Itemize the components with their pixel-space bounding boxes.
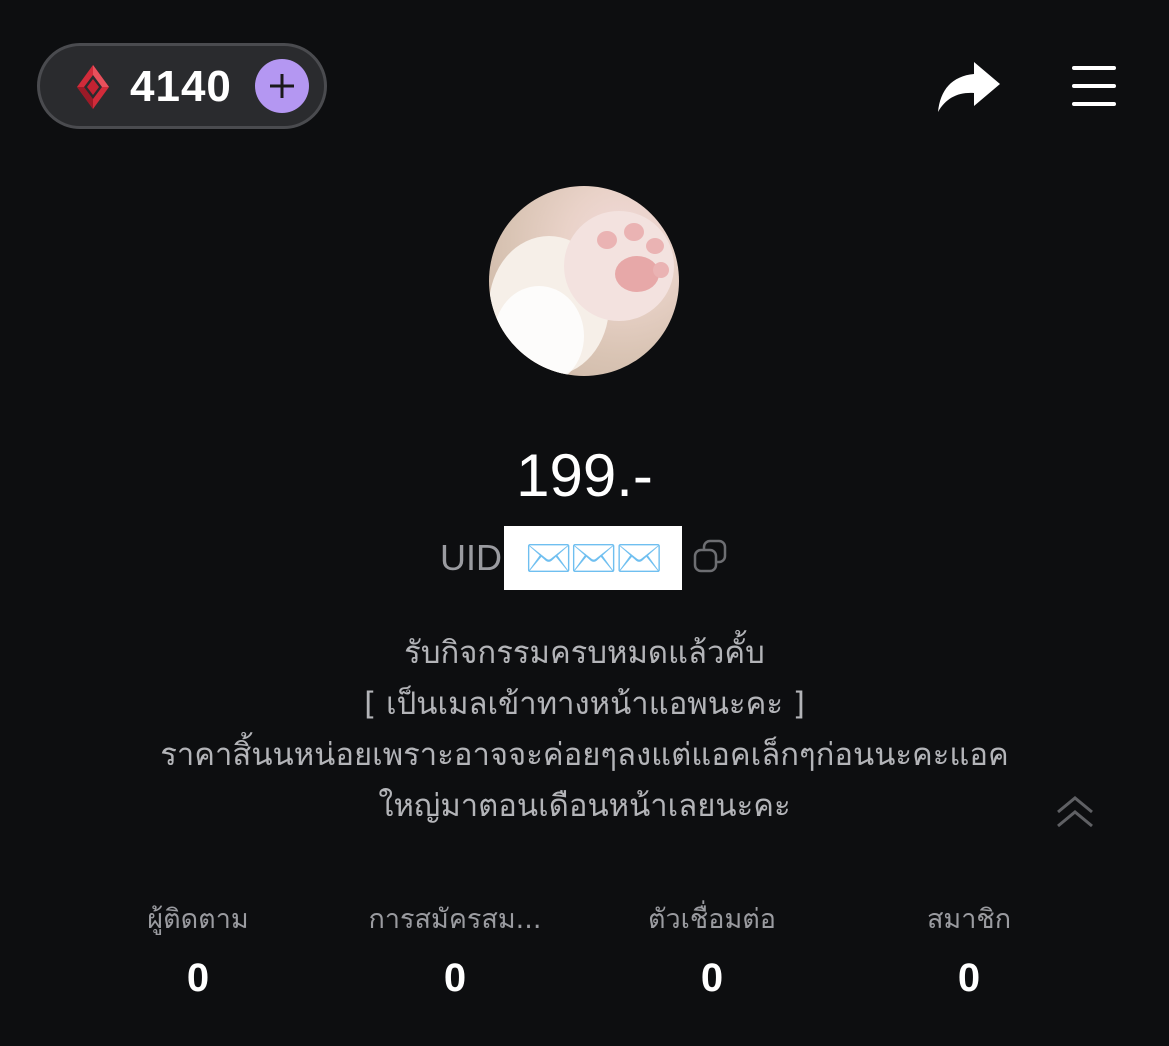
stat-followers[interactable]: ผู้ติดตาม 0 [88,900,308,1000]
stat-connections[interactable]: ตัวเชื่อมต่อ 0 [602,900,822,1000]
bio-line: ใหญ่มาตอนเดือนหน้าเลยนะคะ [378,788,791,824]
uid-label: UID [440,537,502,578]
profile-stats: ผู้ติดตาม 0 การสมัครสม... 0 ตัวเชื่อมต่อ… [0,900,1169,1010]
stat-subscriptions[interactable]: การสมัครสม... 0 [345,900,565,1000]
profile-bio: รับกิจกรรมครบหมดแล้วคั้บ [ เป็นเมลเข้าทา… [40,628,1129,832]
coin-balance: 4140 [130,62,232,111]
stat-label: ผู้ติดตาม [147,904,249,935]
double-chevron-up-icon[interactable] [1054,794,1096,830]
add-coins-button[interactable] [255,59,309,113]
stat-value: 0 [443,956,467,1000]
avatar[interactable] [489,186,679,376]
stat-label: สมาชิก [926,904,1012,935]
profile-page: 4140 199.- UID ✉️✉️✉️ รับกิจกรรมครบหมดแล… [0,0,1169,1046]
stat-value: 0 [700,956,724,1000]
bio-line: รับกิจกรรมครบหมดแล้วคั้บ [404,635,765,671]
stat-label: ตัวเชื่อมต่อ [647,904,776,935]
copy-icon[interactable] [692,538,728,574]
profile-name: 199.- [516,442,653,509]
hamburger-menu-icon[interactable] [1070,64,1118,108]
stat-value: 0 [186,956,210,1000]
gem-icon [77,65,109,109]
bio-line: ราคาสิ้นนหน่อยเพราะอาจจะค่อยๆลงแต่แอคเล็… [160,737,1009,773]
plus-icon [270,74,294,98]
uid-value: ✉️✉️✉️ [504,526,682,590]
bio-line: [ เป็นเมลเข้าทางหน้าแอพนะคะ ] [364,686,805,722]
coin-balance-pill[interactable]: 4140 [37,43,327,129]
stat-label: การสมัครสม... [368,904,542,935]
stat-value: 0 [957,956,981,1000]
uid-row: UID ✉️✉️✉️ [0,526,1169,590]
avatar-image [489,211,674,376]
share-arrow-icon[interactable] [936,60,1002,114]
stat-members[interactable]: สมาชิก 0 [859,900,1079,1000]
